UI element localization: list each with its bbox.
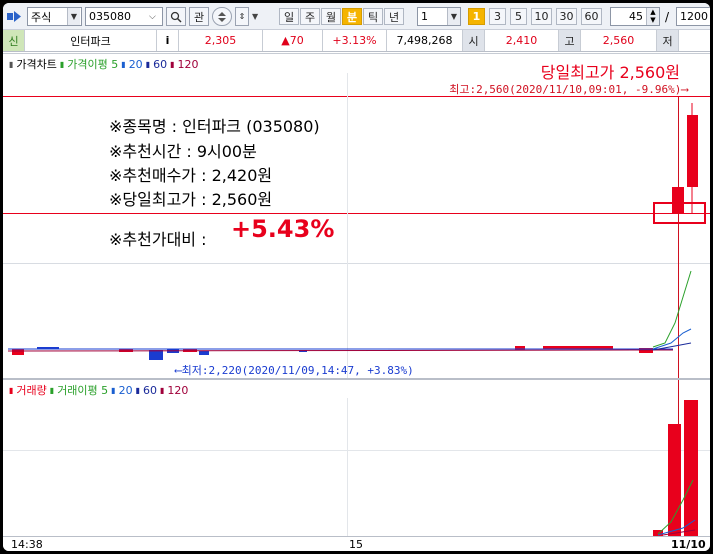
period-tick[interactable]: 틱 xyxy=(363,8,383,25)
volume-chart-panel[interactable]: ▮ 거래량 ▮ 거래이평 5 ▮ 20 ▮ 60 ▮ 120 xyxy=(3,380,710,536)
candle xyxy=(687,115,698,187)
candle xyxy=(12,349,24,355)
total-count-value: 1200 xyxy=(680,10,708,23)
minute-1[interactable]: 1 xyxy=(468,8,485,25)
price-chart-plot xyxy=(7,103,706,360)
volume-value: 7,498,268 xyxy=(396,34,453,47)
price-change: ▲70 xyxy=(263,30,323,51)
minute-30[interactable]: 30 xyxy=(556,8,577,25)
credit-label: 신 xyxy=(8,34,19,48)
minute-60-label: 60 xyxy=(584,10,599,23)
count-value: 45 xyxy=(629,10,643,23)
period-year-label: 년 xyxy=(388,10,400,24)
period-week-label: 주 xyxy=(304,10,316,24)
period-month[interactable]: 월 xyxy=(321,8,341,25)
credit-badge: 신 xyxy=(3,30,25,51)
min-price-label: ⟵최저:2,220(2020/11/09,14:47, +3.83%) xyxy=(175,364,414,377)
x-tick-label: 14:38 xyxy=(11,538,43,551)
open-label-text: 시 xyxy=(468,34,479,48)
chevron-down-icon[interactable]: ⌵ xyxy=(149,12,156,22)
spin-stock-button[interactable]: ⇕ xyxy=(235,7,249,26)
period-day[interactable]: 일 xyxy=(279,8,299,25)
info-icon: i xyxy=(165,34,170,47)
minute-5-label: 5 xyxy=(515,10,522,23)
period-week[interactable]: 주 xyxy=(300,8,320,25)
price-baseline xyxy=(7,349,674,352)
link-icon[interactable] xyxy=(7,10,25,23)
stock-code-value: 035080 xyxy=(89,10,131,23)
ma5-line xyxy=(652,270,692,348)
low-price xyxy=(679,30,710,51)
low-label-text: 저 xyxy=(662,34,673,48)
interest-button-label: 관 xyxy=(193,10,205,24)
high-price-value: 2,560 xyxy=(602,34,635,47)
stock-name: 인터파크 xyxy=(70,34,111,48)
stock-name-field[interactable]: 인터파크 xyxy=(25,30,157,51)
high-price: 2,560 xyxy=(581,30,657,51)
x-axis: 14:38 15 11/10 xyxy=(3,536,710,551)
updown-icon xyxy=(218,11,226,22)
x-tick-label: 15 xyxy=(349,538,363,551)
minute-5[interactable]: 5 xyxy=(510,8,527,25)
minute-10-label: 10 xyxy=(534,10,549,23)
high-label-text: 고 xyxy=(564,34,575,48)
minute-10[interactable]: 10 xyxy=(531,8,552,25)
toolbar: 주식 ▼ 035080 ⌵ 관 ⇕ ▼ 일 주 월 분 틱 년 1 ▼ 1 3 … xyxy=(3,3,710,30)
market-type-value: 주식 xyxy=(31,10,52,24)
minute-3[interactable]: 3 xyxy=(489,8,506,25)
price-change-value: ▲70 xyxy=(281,34,304,47)
count-slash: / xyxy=(665,10,670,24)
minute-30-label: 30 xyxy=(559,10,574,23)
open-price: 2,410 xyxy=(485,30,559,51)
open-label: 시 xyxy=(463,30,485,51)
period-tick-label: 틱 xyxy=(367,10,379,24)
chevron-down-icon[interactable]: ▼ xyxy=(67,8,80,25)
total-count-input[interactable]: 1200 xyxy=(676,7,710,26)
low-label: 저 xyxy=(657,30,679,51)
period-year[interactable]: 년 xyxy=(384,8,404,25)
current-price-value: 2,305 xyxy=(204,34,237,47)
open-price-value: 2,410 xyxy=(505,34,538,47)
price-change-pct: +3.13% xyxy=(323,30,387,51)
price-change-pct-value: +3.13% xyxy=(332,34,377,47)
info-button[interactable]: i xyxy=(157,30,179,51)
minute-60[interactable]: 60 xyxy=(581,8,602,25)
minute-1-label: 1 xyxy=(472,10,481,23)
search-icon xyxy=(170,11,182,23)
minute-3-label: 3 xyxy=(494,10,501,23)
candle xyxy=(672,187,684,213)
candle xyxy=(149,350,163,360)
volume-bar xyxy=(668,424,681,536)
current-price: 2,305 xyxy=(179,30,263,51)
chevron-down-icon[interactable]: ▼ xyxy=(252,12,258,21)
ma20-line xyxy=(652,328,692,350)
spin-icon[interactable]: ▲ ▼ xyxy=(646,8,659,25)
chevron-down-icon[interactable]: ▼ xyxy=(447,8,460,25)
scroll-stock-button[interactable] xyxy=(212,7,232,26)
search-button[interactable] xyxy=(166,7,186,26)
interest-button[interactable]: 관 xyxy=(189,7,209,26)
unit-value: 1 xyxy=(421,10,428,23)
period-day-label: 일 xyxy=(283,10,295,24)
price-chart-panel[interactable]: ▮ 가격차트 ▮ 가격이평 5 ▮ 20 ▮ 60 ▮ 120 당일최고가 2,… xyxy=(3,53,710,378)
x-tick-label: 11/10 xyxy=(671,538,706,551)
candle xyxy=(199,351,209,355)
volume-bar xyxy=(684,400,698,536)
period-minute[interactable]: 분 xyxy=(342,8,362,25)
volume-chart-plot xyxy=(653,400,698,536)
quote-bar: 신 인터파크 i 2,305 ▲70 +3.13% 7,498,268 시 2,… xyxy=(3,30,710,52)
high-label: 고 xyxy=(559,30,581,51)
period-month-label: 월 xyxy=(325,10,337,24)
volume: 7,498,268 xyxy=(387,30,463,51)
chart-window: 주식 ▼ 035080 ⌵ 관 ⇕ ▼ 일 주 월 분 틱 년 1 ▼ 1 3 … xyxy=(3,3,710,551)
period-minute-label: 분 xyxy=(346,10,358,24)
